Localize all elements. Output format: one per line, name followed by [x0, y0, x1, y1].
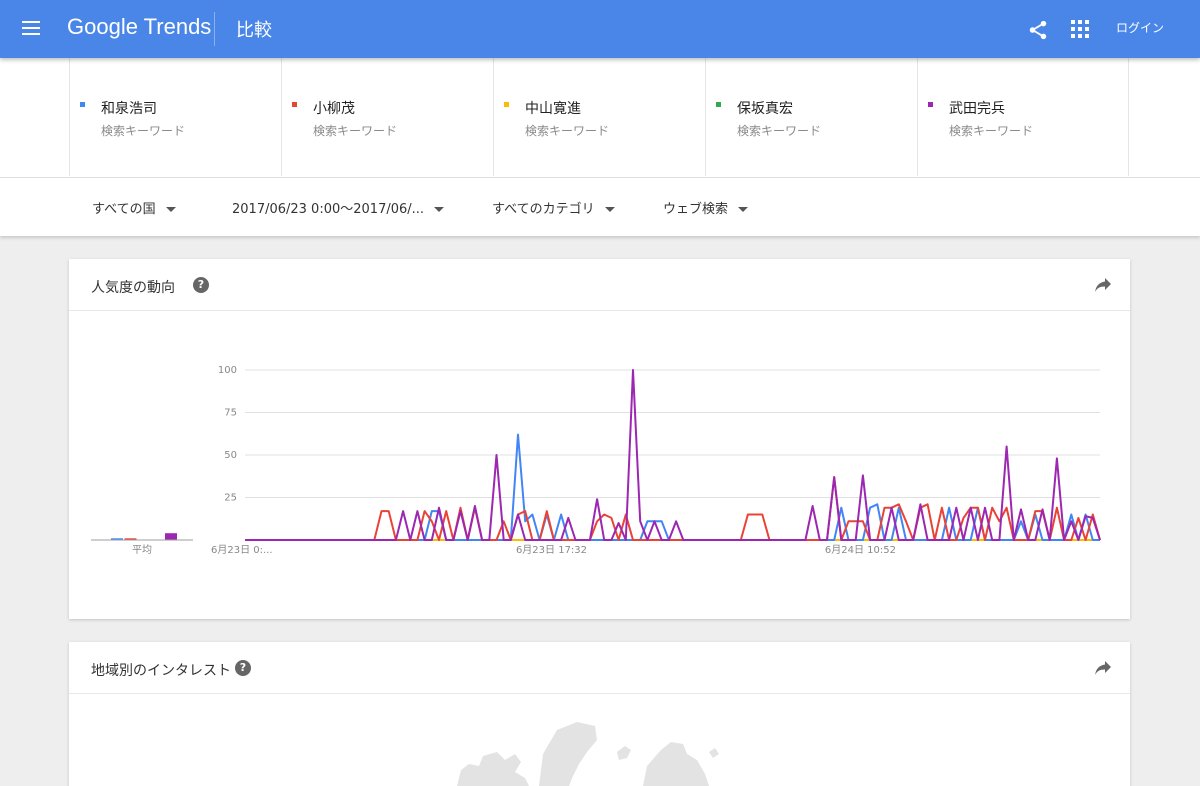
interest-chart: 平均 100 75 50 25 6月23日 0:... 6月23日 17:32 6月24日… — [91, 365, 1101, 556]
header-divider — [214, 12, 215, 46]
chart-grid: 100 75 50 25 — [218, 365, 1100, 541]
region-filter-dropdown[interactable]: すべての国 — [92, 198, 176, 217]
term-type: 検索キーワード — [949, 124, 1034, 138]
login-button[interactable]: ログイン — [1116, 19, 1164, 36]
y-tick-label: 25 — [224, 493, 237, 504]
series-color-marker — [928, 102, 933, 107]
term-name: 保坂真宏 — [737, 101, 793, 117]
card-header: 地域別のインタレスト ? — [69, 642, 1130, 694]
series-line[interactable] — [245, 433, 1100, 541]
series-color-marker — [504, 102, 509, 107]
chevron-down-icon — [165, 207, 176, 212]
term-type: 検索キーワード — [737, 124, 822, 138]
compare-terms-bar: 和泉浩司 検索キーワード 小柳茂 検索キーワード 中山寛進 検索キーワード 保坂… — [0, 58, 1200, 178]
share-arrow-icon[interactable] — [1094, 660, 1112, 676]
y-tick-label: 50 — [224, 450, 237, 461]
chevron-down-icon — [738, 207, 749, 212]
interest-over-time-card: 人気度の動向 ? 平均 100 75 50 25 6月23日 0:... 6月23日 1… — [69, 259, 1130, 619]
x-tick-label: 6月24日 10:52 — [825, 544, 896, 556]
chevron-down-icon — [604, 207, 615, 212]
term-card[interactable]: 和泉浩司 検索キーワード — [69, 58, 281, 176]
term-name: 中山寛進 — [525, 101, 581, 117]
term-card[interactable]: 中山寛進 検索キーワード — [493, 58, 705, 176]
interest-by-region-card: 地域別のインタレスト ? — [69, 642, 1130, 786]
share-arrow-icon[interactable] — [1094, 277, 1112, 293]
time-filter-label: 2017/06/23 0:00～2017/06/... — [232, 202, 425, 217]
y-tick-label: 100 — [218, 365, 237, 376]
term-type: 検索キーワード — [313, 124, 398, 138]
card-header: 人気度の動向 ? — [69, 259, 1130, 311]
series-color-marker — [716, 102, 721, 107]
apps-grid-icon[interactable] — [1071, 20, 1089, 38]
share-icon[interactable] — [1027, 19, 1049, 41]
term-name: 小柳茂 — [313, 101, 355, 117]
average-bar — [165, 533, 177, 540]
x-tick-label: 6月23日 17:32 — [516, 544, 587, 556]
series-color-marker — [292, 102, 297, 107]
brand-logo[interactable]: Google Trends — [67, 14, 211, 40]
y-tick-label: 75 — [224, 408, 237, 419]
term-name: 武田完兵 — [949, 101, 1005, 117]
card-title: 地域別のインタレスト — [91, 663, 231, 679]
term-type: 検索キーワード — [525, 124, 610, 138]
region-filter-label: すべての国 — [92, 202, 156, 217]
page-title: 比較 — [236, 20, 272, 41]
x-axis-labels: 6月23日 0:... 6月23日 17:32 6月24日 10:52 — [211, 544, 896, 556]
category-filter-dropdown[interactable]: すべてのカテゴリ — [492, 198, 615, 217]
help-icon[interactable]: ? — [193, 277, 209, 293]
term-name: 和泉浩司 — [101, 101, 157, 117]
term-type: 検索キーワード — [101, 124, 186, 138]
search-type-filter-label: ウェブ検索 — [663, 202, 729, 217]
average-label: 平均 — [132, 544, 152, 556]
chevron-down-icon — [434, 207, 445, 212]
series-color-marker — [80, 102, 85, 107]
menu-icon[interactable] — [20, 17, 42, 41]
help-icon[interactable]: ? — [235, 660, 251, 676]
search-type-filter-dropdown[interactable]: ウェブ検索 — [663, 198, 749, 217]
time-filter-dropdown[interactable]: 2017/06/23 0:00～2017/06/... — [232, 198, 445, 217]
filter-bar: すべての国 2017/06/23 0:00～2017/06/... すべてのカテ… — [0, 178, 1200, 236]
x-tick-label: 6月23日 0:... — [211, 544, 273, 556]
card-title: 人気度の動向 — [91, 280, 175, 296]
world-map — [457, 722, 719, 786]
app-bar: Google Trends 比較 ログイン — [0, 0, 1200, 58]
category-filter-label: すべてのカテゴリ — [492, 202, 595, 217]
term-card[interactable]: 保坂真宏 検索キーワード — [705, 58, 917, 176]
term-card[interactable]: 小柳茂 検索キーワード — [281, 58, 493, 176]
term-card[interactable]: 武田完兵 検索キーワード — [917, 58, 1129, 176]
average-bars: 平均 — [91, 533, 193, 556]
